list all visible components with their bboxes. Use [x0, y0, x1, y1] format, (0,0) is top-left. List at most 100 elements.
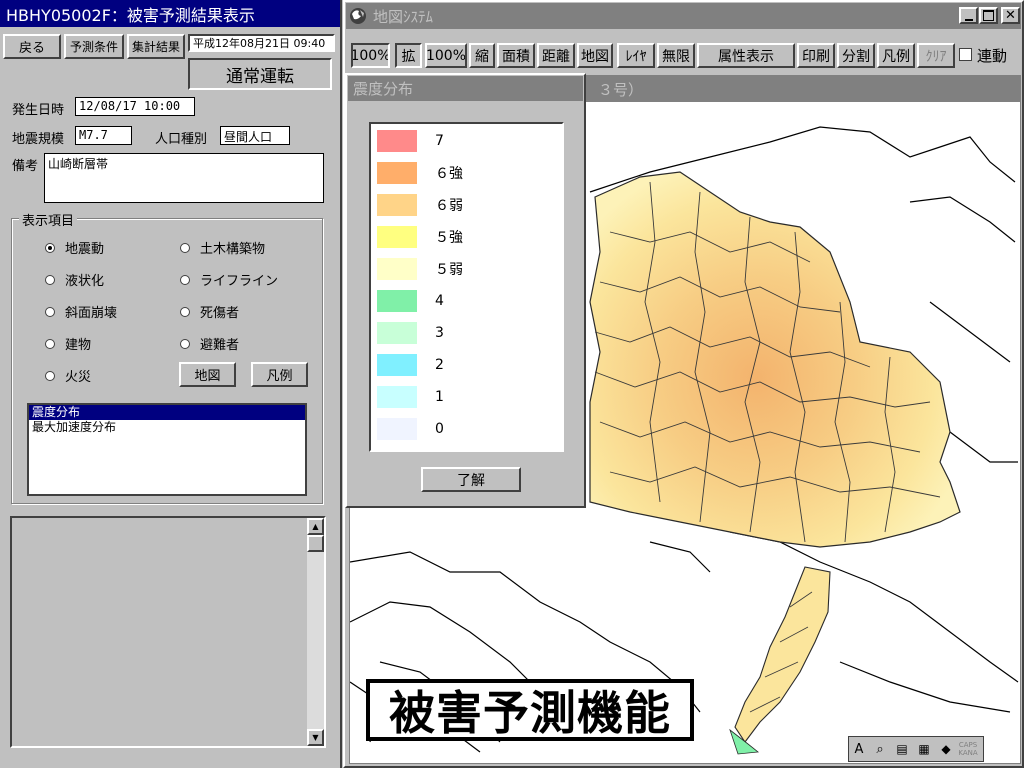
radio-buildings[interactable]: 建物: [45, 334, 91, 353]
legend-button[interactable]: 凡例: [251, 362, 308, 387]
legend-label: 3: [435, 325, 444, 341]
legend-item-5-weak: ５弱: [377, 258, 463, 280]
area-button[interactable]: 面積: [497, 43, 535, 68]
clear-button[interactable]: ｸﾘｱ: [917, 43, 955, 68]
back-button[interactable]: 戻る: [3, 34, 61, 59]
legend-item-1: 1: [377, 386, 444, 408]
legend-swatch: [377, 386, 417, 408]
radio-indicator: [45, 306, 55, 317]
radio-indicator: [180, 306, 190, 317]
caps-kana-icon[interactable]: CAPS KANA: [957, 741, 979, 757]
legend-swatch: [377, 258, 417, 280]
minimize-icon: [964, 18, 973, 21]
scroll-down-button[interactable]: ▼: [307, 729, 324, 746]
legend-swatch: [377, 162, 417, 184]
radio-indicator: [45, 242, 55, 253]
magnitude-label: 地震規模: [12, 132, 65, 147]
banner-text: 被害予測機能: [389, 686, 671, 740]
scroll-thumb[interactable]: [307, 535, 324, 552]
list-item-max-acceleration[interactable]: 最大加速度分布: [29, 420, 305, 435]
radio-civil-structures[interactable]: 土木構築物: [180, 238, 265, 257]
maximize-button[interactable]: [979, 7, 998, 24]
magnitude-field[interactable]: M7.7: [75, 126, 132, 145]
ime-mode-icon[interactable]: A: [849, 742, 869, 757]
radio-indicator: [45, 274, 55, 285]
radio-lifeline[interactable]: ライフライン: [180, 270, 278, 289]
radio-casualties[interactable]: 死傷者: [180, 302, 239, 321]
occurrence-datetime-field[interactable]: 12/08/17 10:00: [75, 97, 195, 116]
legend-label: ５強: [435, 230, 463, 246]
infinite-button[interactable]: 無限: [657, 43, 695, 68]
legend-label: ６弱: [435, 198, 463, 214]
radio-slope-failure[interactable]: 斜面崩壊: [45, 302, 117, 321]
map-toolbar: 100% 拡 100% 縮 面積 距離 地図 ﾚｲﾔ 無限 属性表示 印刷 分割…: [345, 39, 1022, 69]
table-icon[interactable]: ▦: [913, 742, 935, 756]
legend-item-6-strong: ６強: [377, 162, 463, 184]
split-button[interactable]: 分割: [837, 43, 875, 68]
ime-toolbar: A ⌕ ▤ ▦ ◆ CAPS KANA: [848, 736, 984, 762]
radio-label: 地震動: [65, 242, 105, 257]
radio-label: 斜面崩壊: [65, 306, 118, 321]
prediction-conditions-button[interactable]: 予測条件: [64, 34, 124, 59]
zoom-out-button[interactable]: 縮: [469, 43, 495, 68]
zoom-full-button[interactable]: 100%: [351, 43, 390, 68]
map-window-titlebar[interactable]: 地図ｼｽﾃﾑ ✕: [346, 3, 1021, 29]
legend-item-0: 0: [377, 418, 444, 440]
legend-item-5-strong: ５強: [377, 226, 463, 248]
link-checkbox[interactable]: [959, 48, 972, 61]
radio-label: 避難者: [200, 338, 240, 353]
radio-label: 液状化: [65, 274, 105, 289]
radio-label: 土木構築物: [200, 242, 266, 257]
distance-button[interactable]: 距離: [537, 43, 575, 68]
radio-indicator: [180, 338, 190, 349]
legend-swatch: [377, 354, 417, 376]
minimize-button[interactable]: [959, 7, 978, 24]
book-icon[interactable]: ▤: [891, 742, 913, 756]
legend-item-7: 7: [377, 130, 444, 152]
attribute-display-button[interactable]: 属性表示: [697, 43, 795, 68]
legend-ok-button[interactable]: 了解: [421, 467, 521, 492]
legend-label: 1: [435, 389, 444, 405]
legend-swatch: [377, 130, 417, 152]
layer-button[interactable]: ﾚｲﾔ: [617, 43, 655, 68]
message-scrollbar[interactable]: ▲ ▼: [307, 518, 324, 746]
radio-label: 火災: [65, 370, 92, 385]
radio-seismic-motion[interactable]: 地震動: [45, 238, 104, 257]
map-button[interactable]: 地図: [179, 362, 236, 387]
result-window-title: HBHY05002F：被害予測結果表示: [6, 5, 255, 25]
legend-toolbar-button[interactable]: 凡例: [877, 43, 915, 68]
result-window-titlebar[interactable]: HBHY05002F：被害予測結果表示: [0, 0, 340, 27]
datetime-display: 平成12年08月21日 09:40: [188, 34, 335, 52]
radio-indicator: [180, 274, 190, 285]
zoom-100-button[interactable]: 100%: [425, 43, 467, 68]
summary-results-button[interactable]: 集計結果: [127, 34, 185, 59]
zoom-in-button[interactable]: 拡: [395, 43, 422, 68]
scroll-up-button[interactable]: ▲: [307, 518, 324, 535]
radio-label: 死傷者: [200, 306, 240, 321]
radio-liquefaction[interactable]: 液状化: [45, 270, 104, 289]
remarks-field[interactable]: 山崎断層帯: [44, 153, 324, 203]
legend-swatch: [377, 290, 417, 312]
legend-label: ５弱: [435, 262, 463, 278]
map-select-button[interactable]: 地図: [577, 43, 613, 68]
radio-indicator: [45, 338, 55, 349]
legend-label: 4: [435, 293, 444, 309]
close-icon: ✕: [1005, 8, 1016, 23]
print-button[interactable]: 印刷: [797, 43, 835, 68]
magnifier-icon[interactable]: ⌕: [869, 742, 891, 757]
population-field[interactable]: 昼間人口: [220, 126, 290, 145]
radio-evacuees[interactable]: 避難者: [180, 334, 239, 353]
legend-label: 2: [435, 357, 444, 373]
radio-fire[interactable]: 火災: [45, 366, 91, 385]
close-button[interactable]: ✕: [1001, 7, 1020, 24]
display-list[interactable]: 震度分布 最大加速度分布: [27, 403, 307, 496]
legend-item-4: 4: [377, 290, 444, 312]
legend-dialog-titlebar[interactable]: 震度分布: [348, 76, 583, 101]
legend-label: ６強: [435, 166, 463, 182]
result-window: HBHY05002F：被害予測結果表示 戻る 予測条件 集計結果 平成12年08…: [0, 0, 342, 768]
list-item-intensity-distribution[interactable]: 震度分布: [29, 405, 305, 420]
eraser-icon[interactable]: ◆: [935, 742, 957, 756]
legend-panel: 7 ６強 ６弱 ５強 ５弱 4 3 2 1 0: [369, 122, 564, 452]
legend-item-3: 3: [377, 322, 444, 344]
legend-swatch: [377, 194, 417, 216]
